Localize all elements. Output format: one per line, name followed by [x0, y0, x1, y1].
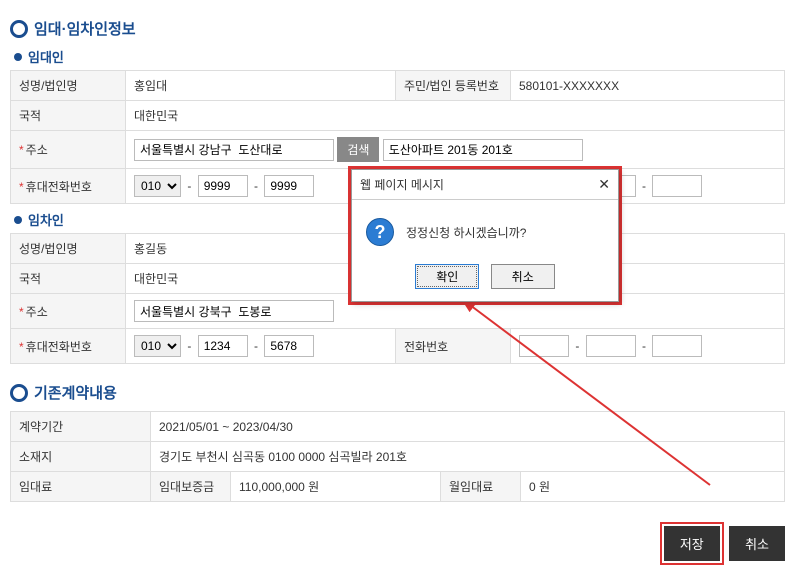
label-location: 소재지 — [11, 442, 151, 472]
dialog-ok-button[interactable]: 확인 — [415, 264, 479, 289]
search-button[interactable]: 검색 — [337, 137, 379, 162]
label-name: 성명/법인명 — [11, 71, 126, 101]
label-address: 주소 — [11, 294, 126, 329]
save-button[interactable]: 저장 — [664, 526, 720, 561]
section-contract-title: 기존계약내용 — [10, 382, 785, 403]
lessor-nationality: 대한민국 — [126, 101, 785, 131]
footer-buttons: 저장 취소 — [10, 522, 785, 565]
lessor-mobile-p3[interactable] — [264, 175, 314, 197]
label-monthly: 월임대료 — [441, 472, 521, 502]
label-phone: 전화번호 — [396, 329, 511, 364]
label-period: 계약기간 — [11, 412, 151, 442]
close-icon[interactable]: ✕ — [598, 176, 610, 193]
label-address: 주소 — [11, 131, 126, 169]
contract-period: 2021/05/01 ~ 2023/04/30 — [151, 412, 785, 442]
lessor-addr1-input[interactable] — [134, 139, 334, 161]
label-nationality: 국적 — [11, 264, 126, 294]
contract-location: 경기도 부천시 심곡동 0100 0000 심곡빌라 201호 — [151, 442, 785, 472]
lessor-regno: 580101-XXXXXXX — [511, 71, 785, 101]
contract-deposit: 110,000,000 원 — [231, 472, 441, 502]
label-deposit: 임대보증금 — [151, 472, 231, 502]
lessee-addr1-input[interactable] — [134, 300, 334, 322]
contract-table: 계약기간 2021/05/01 ~ 2023/04/30 소재지 경기도 부천시… — [10, 411, 785, 502]
contract-monthly: 0 원 — [521, 472, 785, 502]
section-lessor-lessee-title: 임대·임차인정보 — [10, 18, 785, 39]
lessee-mobile-p3[interactable] — [264, 335, 314, 357]
label-mobile: 휴대전화번호 — [11, 329, 126, 364]
dialog-message: 정정신청 하시겠습니까? — [406, 224, 526, 241]
label-name: 성명/법인명 — [11, 234, 126, 264]
label-nationality: 국적 — [11, 101, 126, 131]
lessee-phone-p2[interactable] — [586, 335, 636, 357]
label-rent: 임대료 — [11, 472, 151, 502]
lessee-phone-p1[interactable] — [519, 335, 569, 357]
lessor-subtitle: 임대인 — [14, 47, 785, 66]
lessee-mobile-p2[interactable] — [198, 335, 248, 357]
cancel-button[interactable]: 취소 — [729, 526, 785, 561]
lessor-name: 홍임대 — [126, 71, 396, 101]
lessee-mobile-p1[interactable]: 010 — [134, 335, 181, 357]
confirm-dialog: 웹 페이지 메시지 ✕ ? 정정신청 하시겠습니까? 확인 취소 — [348, 166, 622, 305]
label-mobile: 휴대전화번호 — [11, 169, 126, 204]
label-regno: 주민/법인 등록번호 — [396, 71, 511, 101]
lessor-addr2-input[interactable] — [383, 139, 583, 161]
question-icon: ? — [366, 218, 394, 246]
lessor-phone-p3[interactable] — [652, 175, 702, 197]
lessor-mobile-p2[interactable] — [198, 175, 248, 197]
save-highlight-box: 저장 — [660, 522, 724, 565]
lessee-phone-p3[interactable] — [652, 335, 702, 357]
dialog-cancel-button[interactable]: 취소 — [491, 264, 555, 289]
dialog-title: 웹 페이지 메시지 — [360, 176, 444, 193]
lessor-mobile-p1[interactable]: 010 — [134, 175, 181, 197]
